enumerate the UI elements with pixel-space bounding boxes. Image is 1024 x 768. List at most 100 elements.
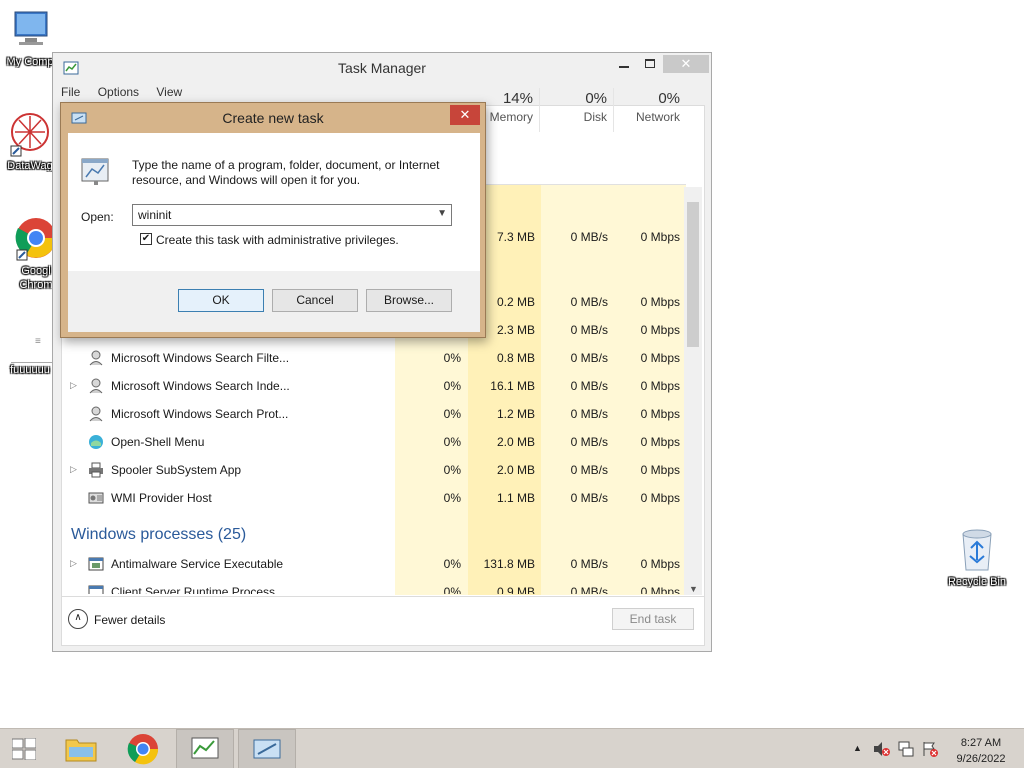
disk-label: Disk — [583, 110, 607, 124]
vertical-scrollbar[interactable]: ▼ — [684, 187, 702, 595]
process-name: Client Server Runtime Process — [111, 585, 276, 594]
network-value: 0 Mbps — [640, 351, 680, 365]
scroll-down-icon[interactable]: ▼ — [689, 584, 698, 594]
speaker-muted-icon[interactable] — [873, 741, 891, 757]
title-bar[interactable]: Task Manager ✕ — [53, 53, 711, 83]
network-icon[interactable] — [897, 740, 915, 758]
memory-value: 16.1 MB — [490, 379, 535, 393]
show-hidden-icons-chevron-icon[interactable]: ▲ — [853, 743, 862, 753]
disk-percent: 0% — [585, 90, 607, 107]
create-new-task-dialog: Create new task ✕ Type the name of a pro… — [60, 102, 486, 338]
menu-options[interactable]: Options — [98, 85, 139, 99]
table-row[interactable]: ▷ Microsoft Windows Search Inde... 0% 16… — [60, 372, 688, 400]
clipped-row-container: Client Server Runtime Process 0% 0.9 MB … — [60, 578, 688, 594]
fewer-details-icon[interactable]: ∧ — [68, 609, 88, 629]
menu-view[interactable]: View — [156, 85, 182, 99]
memory-value: 131.8 MB — [483, 557, 535, 571]
network-percent: 0% — [658, 90, 680, 107]
expand-arrow-icon[interactable]: ▷ — [70, 464, 77, 475]
end-task-button[interactable]: End task — [612, 608, 694, 630]
maximize-button[interactable] — [637, 55, 663, 73]
open-label: Open: — [81, 210, 114, 224]
minimize-button[interactable] — [611, 55, 637, 73]
dialog-body: Type the name of a program, folder, docu… — [68, 133, 480, 332]
taskbar-run-dialog[interactable] — [238, 729, 296, 768]
taskbar-file-explorer[interactable] — [52, 729, 110, 768]
network-value: 0 Mbps — [640, 435, 680, 449]
column-header-disk[interactable]: 0% Disk — [540, 88, 614, 132]
clock-date: 9/26/2022 — [956, 753, 1006, 765]
ok-button[interactable]: OK — [178, 289, 264, 312]
desktop-icon-label: DataWag — [7, 160, 53, 172]
network-value: 0 Mbps — [640, 585, 680, 594]
table-row[interactable]: Microsoft Windows Search Prot... 0% 1.2 … — [60, 400, 688, 428]
memory-value: 1.2 MB — [496, 407, 535, 421]
start-button[interactable] — [0, 729, 48, 768]
file-icon: ≡ — [7, 326, 57, 363]
network-label: Network — [635, 110, 680, 124]
dialog-close-button[interactable]: ✕ — [450, 105, 480, 125]
admin-checkbox[interactable]: ✔ — [140, 233, 152, 245]
footer-divider — [61, 596, 705, 597]
process-name: Open-Shell Menu — [111, 435, 205, 449]
scroll-thumb[interactable] — [687, 202, 699, 347]
chevron-down-icon[interactable]: ▼ — [437, 208, 447, 219]
search-service-icon — [89, 378, 103, 394]
wmi-icon — [88, 492, 104, 504]
fewer-details-link[interactable]: Fewer details — [94, 613, 165, 627]
process-name: Microsoft Windows Search Inde... — [111, 379, 290, 393]
desktop-icon-file[interactable]: ≡ fuuuuuu — [0, 326, 60, 376]
cpu-value: 0% — [443, 351, 461, 365]
disk-value: 0 MB/s — [570, 557, 608, 571]
taskbar-chrome[interactable] — [114, 729, 172, 768]
clock[interactable]: 8:27 AM 9/26/2022 — [948, 735, 1014, 767]
windows-logo-icon — [12, 738, 36, 760]
group-header-windows-processes[interactable]: Windows processes (25) — [71, 526, 246, 544]
desktop-icon-my-computer[interactable]: My Comp — [0, 8, 60, 68]
search-service-icon — [89, 350, 103, 366]
computer-icon — [14, 11, 48, 45]
chrome-icon — [127, 734, 159, 765]
dialog-upper-panel: Type the name of a program, folder, docu… — [68, 133, 480, 271]
disk-value: 0 MB/s — [570, 491, 608, 505]
network-value: 0 Mbps — [640, 295, 680, 309]
recycle-bin-icon — [962, 529, 992, 571]
disk-value: 0 MB/s — [570, 463, 608, 477]
expand-arrow-icon[interactable]: ▷ — [70, 380, 77, 391]
cpu-value: 0% — [443, 407, 461, 421]
desktop-icon-label: fuuuuuu — [10, 364, 50, 376]
program-icon — [81, 158, 109, 185]
action-center-flag-icon[interactable] — [921, 740, 939, 758]
cancel-button[interactable]: Cancel — [272, 289, 358, 312]
desktop-icon-recycle-bin[interactable]: Recycle Bin — [942, 526, 1012, 588]
network-value: 0 Mbps — [640, 323, 680, 337]
table-row[interactable]: Client Server Runtime Process 0% 0.9 MB … — [60, 578, 688, 594]
table-row[interactable]: Open-Shell Menu 0% 2.0 MB 0 MB/s 0 Mbps — [60, 428, 688, 456]
table-row[interactable]: ▷ Spooler SubSystem App 0% 2.0 MB 0 MB/s… — [60, 456, 688, 484]
process-name: WMI Provider Host — [111, 491, 212, 505]
network-value: 0 Mbps — [640, 379, 680, 393]
table-row[interactable]: Microsoft Windows Search Filte... 0% 0.8… — [60, 344, 688, 372]
menu-file[interactable]: File — [61, 85, 80, 99]
table-row[interactable]: WMI Provider Host 0% 1.1 MB 0 MB/s 0 Mbp… — [60, 484, 688, 512]
taskbar-task-manager[interactable] — [176, 729, 234, 768]
close-button[interactable]: ✕ — [663, 55, 709, 73]
cpu-value: 0% — [443, 585, 461, 594]
dialog-description: Type the name of a program, folder, docu… — [132, 158, 440, 187]
open-combobox[interactable]: wininit ▼ — [132, 204, 452, 226]
datawag-icon — [10, 113, 49, 157]
column-header-network[interactable]: 0% Network — [614, 88, 686, 132]
open-input[interactable]: wininit — [138, 208, 171, 222]
run-icon — [253, 739, 281, 759]
admin-checkbox-label[interactable]: Create this task with administrative pri… — [156, 233, 399, 247]
folder-icon — [65, 739, 97, 762]
browse-button[interactable]: Browse... — [366, 289, 452, 312]
memory-value: 0.8 MB — [496, 351, 535, 365]
memory-value: 0.9 MB — [496, 585, 535, 594]
expand-arrow-icon[interactable]: ▷ — [70, 558, 77, 569]
desktop-icon-datawag[interactable]: DataWag — [0, 108, 60, 172]
network-value: 0 Mbps — [640, 230, 680, 244]
disk-value: 0 MB/s — [570, 323, 608, 337]
printer-icon — [89, 462, 103, 478]
table-row[interactable]: ▷ Antimalware Service Executable 0% 131.… — [60, 550, 688, 578]
